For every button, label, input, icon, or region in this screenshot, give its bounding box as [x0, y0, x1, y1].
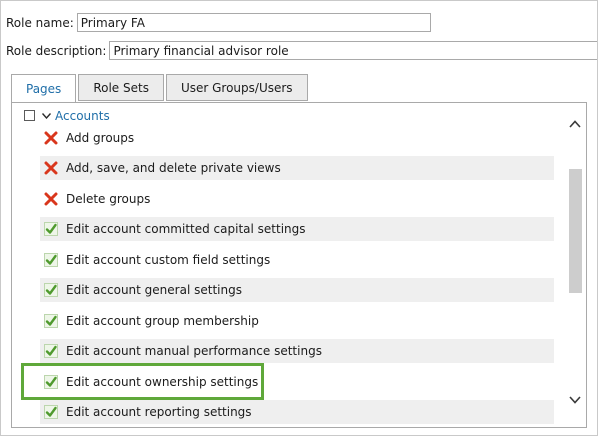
permission-label: Edit account manual performance settings	[66, 344, 322, 358]
role-description-row: Role description: Primary financial advi…	[6, 41, 597, 60]
vertical-scrollbar[interactable]	[564, 103, 586, 427]
role-description-label: Role description:	[6, 43, 107, 58]
tab-role-sets[interactable]: Role Sets	[78, 74, 164, 101]
permission-label: Edit account general settings	[66, 283, 242, 297]
red-x-icon	[43, 130, 59, 146]
scroll-down-arrow-icon[interactable]	[568, 393, 582, 407]
permission-label: Add, save, and delete private views	[66, 161, 281, 175]
red-x-icon	[43, 160, 59, 176]
permission-item[interactable]: Edit account reporting settings	[40, 400, 554, 424]
permission-label: Add groups	[66, 131, 135, 145]
scroll-up-arrow-icon[interactable]	[568, 117, 582, 131]
permission-item[interactable]: Edit account manual performance settings	[40, 339, 554, 363]
permission-item[interactable]: Edit account group membership	[40, 309, 554, 333]
green-check-icon	[43, 313, 59, 329]
group-checkbox[interactable]	[24, 110, 35, 121]
green-check-icon	[43, 252, 59, 268]
permission-item[interactable]: Delete groups	[40, 187, 554, 211]
scroll-thumb[interactable]	[569, 169, 582, 293]
chevron-down-icon[interactable]	[41, 112, 51, 119]
tab-bar: Pages Role Sets User Groups/Users	[11, 74, 310, 103]
permission-item[interactable]: Add groups	[40, 126, 554, 150]
pages-panel: Accounts Add groups Add, save, and delet…	[11, 102, 587, 428]
role-name-label: Role name:	[6, 15, 74, 30]
group-row-accounts: Accounts	[24, 107, 110, 124]
permission-label: Delete groups	[66, 192, 151, 206]
highlight-callout	[21, 363, 264, 400]
green-check-icon	[43, 404, 59, 420]
permission-label: Edit account reporting settings	[66, 405, 252, 419]
role-name-row: Role name: Primary FA	[6, 13, 431, 32]
role-editor-window: Role name: Primary FA Role description: …	[0, 0, 598, 436]
green-check-icon	[43, 221, 59, 237]
permission-label: Edit account group membership	[66, 314, 259, 328]
green-check-icon	[43, 343, 59, 359]
tab-user-groups-users[interactable]: User Groups/Users	[165, 74, 308, 101]
group-label[interactable]: Accounts	[55, 109, 110, 123]
permission-label: Edit account custom field settings	[66, 253, 271, 267]
permission-item[interactable]: Add, save, and delete private views	[40, 156, 554, 180]
red-x-icon	[43, 191, 59, 207]
permission-item[interactable]: Edit account general settings	[40, 278, 554, 302]
role-description-input[interactable]: Primary financial advisor role	[109, 41, 597, 60]
permission-label: Edit account committed capital settings	[66, 222, 306, 236]
role-name-input[interactable]: Primary FA	[76, 13, 431, 32]
permission-item[interactable]: Edit account committed capital settings	[40, 217, 554, 241]
permission-item[interactable]: Edit account custom field settings	[40, 248, 554, 272]
green-check-icon	[43, 282, 59, 298]
tab-pages[interactable]: Pages	[11, 74, 77, 103]
